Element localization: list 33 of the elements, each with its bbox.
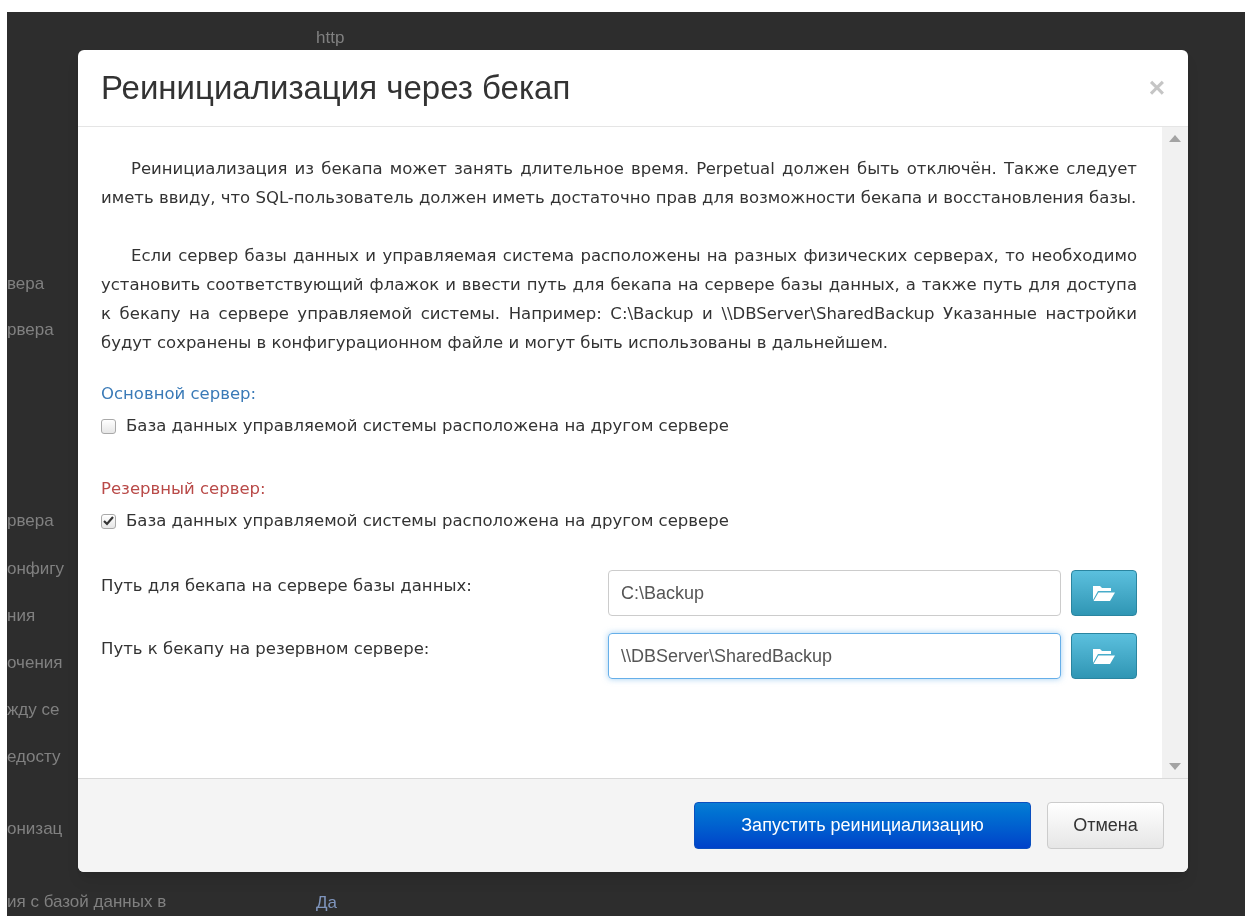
start-button[interactable]: Запустить реинициализацию [694, 802, 1031, 849]
page-label: онизац [7, 819, 63, 839]
checkbox[interactable] [101, 418, 116, 434]
checkbox[interactable] [101, 513, 116, 529]
page-label: ия с базой данных в [7, 892, 167, 912]
browse-button[interactable] [1071, 633, 1137, 679]
page-label: жду се [7, 700, 60, 720]
dialog-title: Реинициализация через бекап [101, 68, 571, 109]
scrollbar[interactable] [1162, 127, 1188, 778]
page-label: онфигу [7, 559, 65, 579]
field-label: Путь для бекапа на сервере базы данных: [101, 575, 473, 597]
section-heading: Основной сервер: [101, 383, 258, 405]
browse-button[interactable] [1071, 570, 1137, 616]
cancel-button[interactable]: Отмена [1047, 802, 1164, 849]
section-heading: Резервный сервер: [101, 478, 267, 500]
paragraph: Если сервер базы данных и управляемая система расположены на разных физических серверах, то необходимо установить соответствующий флажок и ввести путь для бекапа на сервере базы данных, а также путь для доступа к бекапу на сервере управляемой системы. Например: C:\Backup и \\DBServer\SharedBackup Указанные настройки будут сохранены в конфигурационном файле и могут быть использованы в дальнейшем. [101, 245, 1137, 354]
paragraph: Реинициализация из бекапа может занять длительное время. Perpetual должен быть отключён. Также следует иметь ввиду, что SQL-пользователь должен иметь достаточно прав для возможности бекапа и восстановления базы. [101, 158, 1137, 209]
page-label: очения [7, 653, 63, 673]
page-label: вера [7, 274, 45, 294]
field-label: Путь к бекапу на резервном сервере: [101, 638, 431, 660]
page-label: ния [7, 606, 36, 626]
path-input[interactable]: \\DBServer\SharedBackup [608, 633, 1061, 679]
folder-icon [1092, 647, 1116, 665]
scroll-up-icon[interactable] [1169, 135, 1181, 142]
folder-icon [1092, 584, 1116, 602]
scroll-down-icon[interactable] [1169, 763, 1181, 770]
checkbox-label: База данных управляемой системы расположена на другом сервере [126, 415, 729, 437]
page-value: Да [316, 893, 337, 913]
page-label: рвера [7, 511, 54, 531]
page-label: рвера [7, 320, 54, 340]
checkbox-label: База данных управляемой системы расположена на другом сервере [126, 510, 729, 532]
page-label: едосту [7, 747, 61, 767]
path-input[interactable]: C:\Backup [608, 570, 1061, 616]
